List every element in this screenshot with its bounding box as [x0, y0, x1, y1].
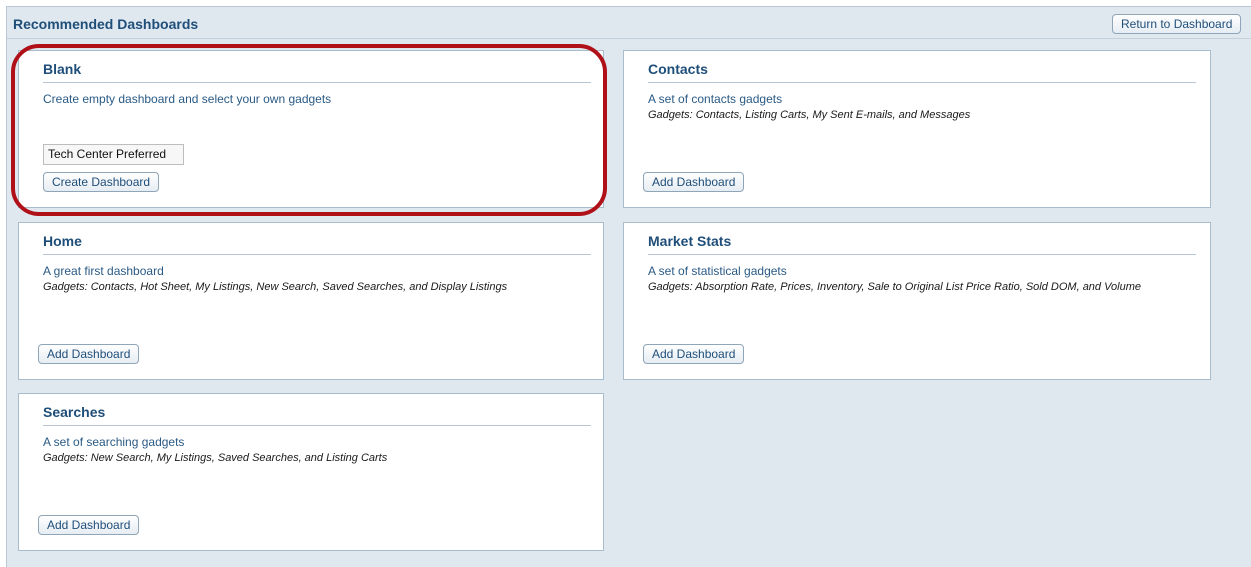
- card-divider: [43, 82, 591, 83]
- card-market-stats: Market Stats A set of statistical gadget…: [623, 222, 1211, 380]
- card-divider: [43, 254, 591, 255]
- card-description: A set of statistical gadgets: [648, 264, 787, 278]
- card-searches: Searches A set of searching gadgets Gadg…: [18, 393, 604, 551]
- return-to-dashboard-button[interactable]: Return to Dashboard: [1112, 14, 1242, 34]
- card-gadgets: Gadgets: Absorption Rate, Prices, Invent…: [648, 281, 1141, 293]
- card-gadgets: Gadgets: New Search, My Listings, Saved …: [43, 452, 388, 464]
- add-dashboard-button[interactable]: Add Dashboard: [643, 172, 745, 192]
- card-description: A set of searching gadgets: [43, 435, 185, 449]
- card-description: A set of contacts gadgets: [648, 92, 783, 106]
- dashboard-template-select[interactable]: Tech Center Preferred: [43, 144, 184, 165]
- add-dashboard-button[interactable]: Add Dashboard: [643, 344, 745, 364]
- card-gadgets: Gadgets: Contacts, Hot Sheet, My Listing…: [43, 281, 508, 293]
- card-contacts: Contacts A set of contacts gadgets Gadge…: [623, 50, 1211, 208]
- create-dashboard-button[interactable]: Create Dashboard: [43, 172, 160, 192]
- add-dashboard-button[interactable]: Add Dashboard: [38, 515, 140, 535]
- card-divider: [648, 82, 1196, 83]
- card-title: Searches: [43, 404, 106, 420]
- add-dashboard-button[interactable]: Add Dashboard: [38, 344, 140, 364]
- card-title: Contacts: [648, 61, 708, 77]
- card-title: Market Stats: [648, 233, 732, 249]
- card-blank: Blank Create empty dashboard and select …: [18, 50, 604, 208]
- card-title: Home: [43, 233, 82, 249]
- page-title: Recommended Dashboards: [13, 16, 199, 32]
- card-gadgets: Gadgets: Contacts, Listing Carts, My Sen…: [648, 109, 971, 121]
- card-title: Blank: [43, 61, 82, 77]
- card-divider: [43, 425, 591, 426]
- card-home: Home A great first dashboard Gadgets: Co…: [18, 222, 604, 380]
- card-description: A great first dashboard: [43, 264, 164, 278]
- card-description: Create empty dashboard and select your o…: [43, 92, 332, 106]
- card-divider: [648, 254, 1196, 255]
- header-divider: [7, 38, 1251, 39]
